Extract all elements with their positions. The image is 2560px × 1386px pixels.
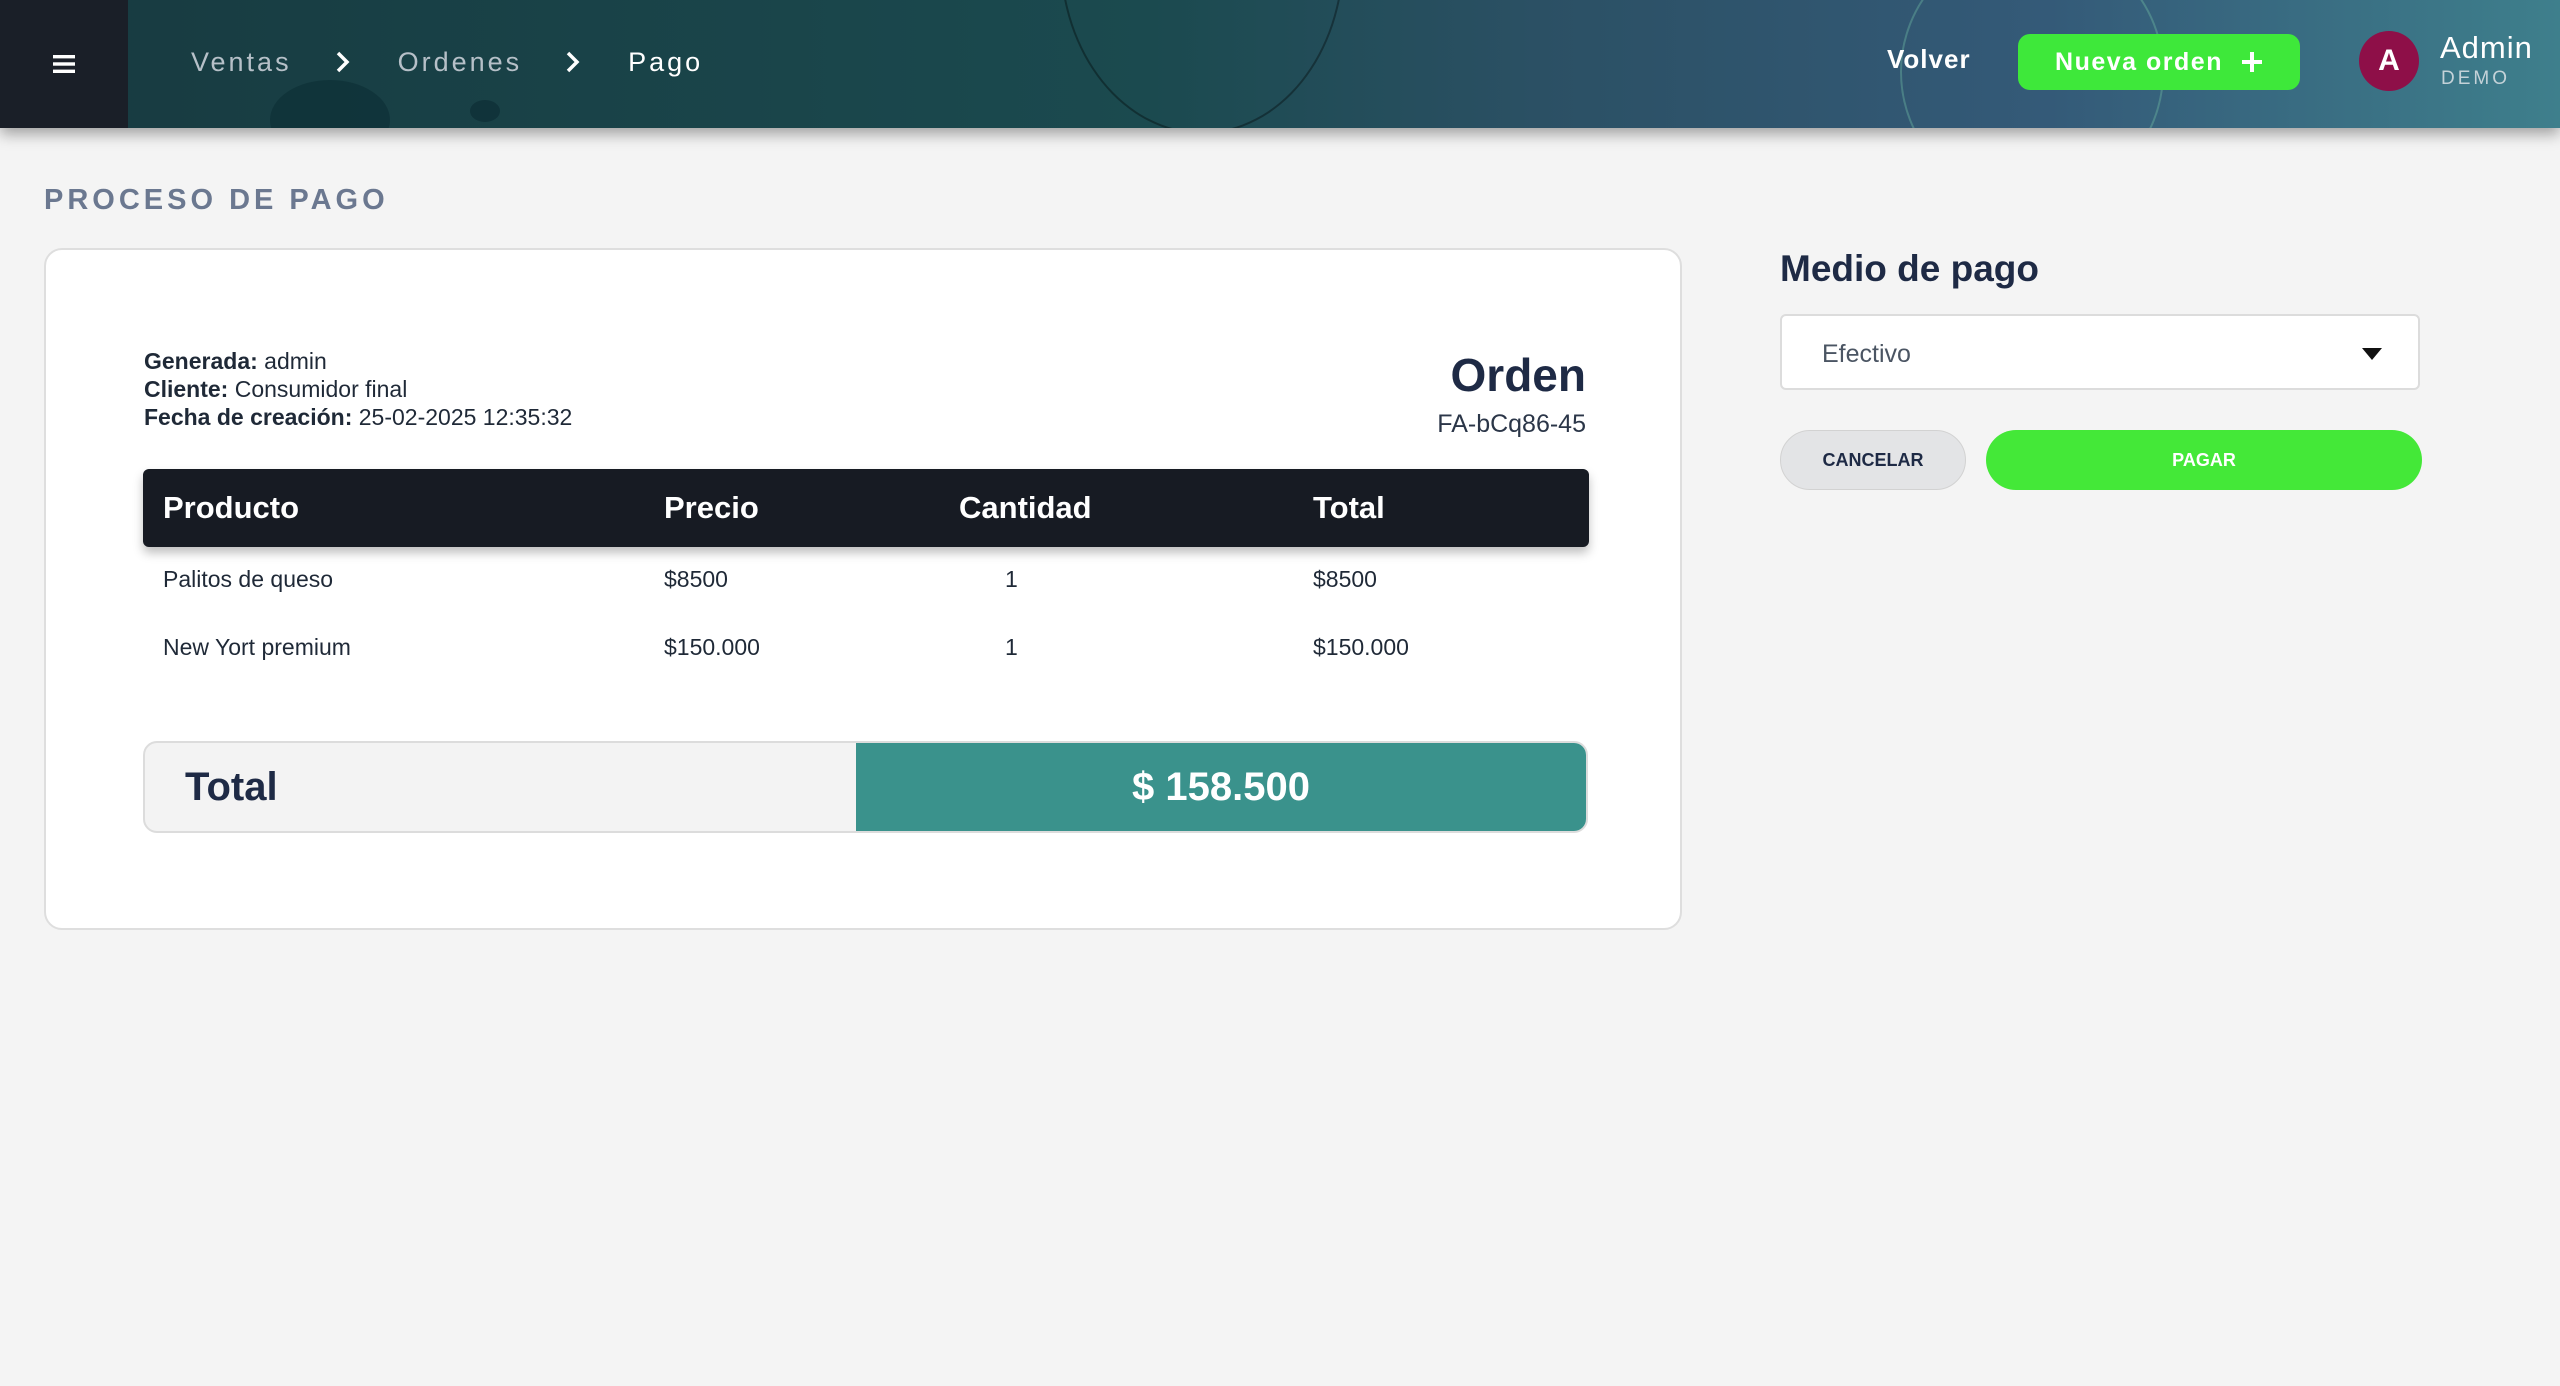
menu-button[interactable] xyxy=(0,0,128,128)
column-header-precio: Precio xyxy=(664,490,759,525)
cell-price: $8500 xyxy=(664,566,728,592)
cell-quantity: 1 xyxy=(1005,566,1018,592)
avatar[interactable]: A xyxy=(2359,31,2419,91)
user-name: Admin xyxy=(2440,30,2533,65)
meta-client: Cliente: Consumidor final xyxy=(144,375,572,403)
new-order-button[interactable]: Nueva orden xyxy=(2018,34,2300,90)
cell-quantity: 1 xyxy=(1005,634,1018,660)
cell-total: $150.000 xyxy=(1313,634,1409,660)
meta-created: Fecha de creación: 25-02-2025 12:35:32 xyxy=(144,403,572,431)
meta-generated-value: admin xyxy=(264,348,327,374)
cell-total: $8500 xyxy=(1313,566,1377,592)
new-order-label: Nueva orden xyxy=(2055,47,2223,76)
breadcrumb-ventas[interactable]: Ventas xyxy=(191,47,292,78)
pay-button[interactable]: PAGAR xyxy=(1986,430,2422,490)
column-header-producto: Producto xyxy=(163,490,300,525)
user-role: DEMO xyxy=(2441,68,2510,89)
chevron-right-icon xyxy=(562,51,584,73)
table-row: Palitos de queso $8500 1 $8500 xyxy=(143,550,1589,610)
order-code: FA-bCq86-45 xyxy=(1437,410,1586,438)
order-meta: Generada: admin Cliente: Consumidor fina… xyxy=(144,347,572,431)
cell-price: $150.000 xyxy=(664,634,760,660)
plus-icon xyxy=(2241,52,2262,72)
order-title: Orden xyxy=(1450,349,1586,401)
top-bar: Ventas Ordenes Pago Volver Nueva orden A… xyxy=(0,0,2560,128)
meta-client-value: Consumidor final xyxy=(234,376,408,402)
cancel-button[interactable]: CANCELAR xyxy=(1780,430,1966,490)
total-value: $ 158.500 xyxy=(856,743,1586,831)
chevron-right-icon xyxy=(332,51,354,73)
page-title: PROCESO DE PAGO xyxy=(44,184,389,216)
meta-created-label: Fecha de creación: xyxy=(144,404,353,430)
cell-product: Palitos de queso xyxy=(163,566,334,592)
breadcrumb-pago: Pago xyxy=(628,46,704,77)
order-card: Generada: admin Cliente: Consumidor fina… xyxy=(44,248,1682,930)
meta-generated: Generada: admin xyxy=(144,347,572,375)
breadcrumb: Ventas Ordenes Pago xyxy=(191,0,703,124)
cell-product: New Yort premium xyxy=(163,634,351,660)
table-row: New Yort premium $150.000 1 $150.000 xyxy=(143,618,1589,678)
meta-client-label: Cliente: xyxy=(144,376,229,402)
breadcrumb-ordenes[interactable]: Ordenes xyxy=(398,47,523,78)
menu-icon xyxy=(53,55,75,73)
payment-method-select[interactable]: Efectivo xyxy=(1780,314,2420,390)
header-decoration xyxy=(1060,0,1344,128)
back-link[interactable]: Volver xyxy=(1887,44,1971,75)
total-label: Total xyxy=(185,765,278,809)
payment-method-value: Efectivo xyxy=(1822,340,1911,368)
meta-created-value: 25-02-2025 12:35:32 xyxy=(358,404,573,430)
payment-method-title: Medio de pago xyxy=(1780,248,2039,289)
column-header-total: Total xyxy=(1313,490,1385,525)
column-header-cantidad: Cantidad xyxy=(959,490,1092,525)
meta-generated-label: Generada: xyxy=(144,348,258,374)
table-header: Producto Precio Cantidad Total xyxy=(143,469,1589,547)
total-summary: Total $ 158.500 xyxy=(143,741,1588,833)
caret-down-icon xyxy=(2362,348,2382,360)
